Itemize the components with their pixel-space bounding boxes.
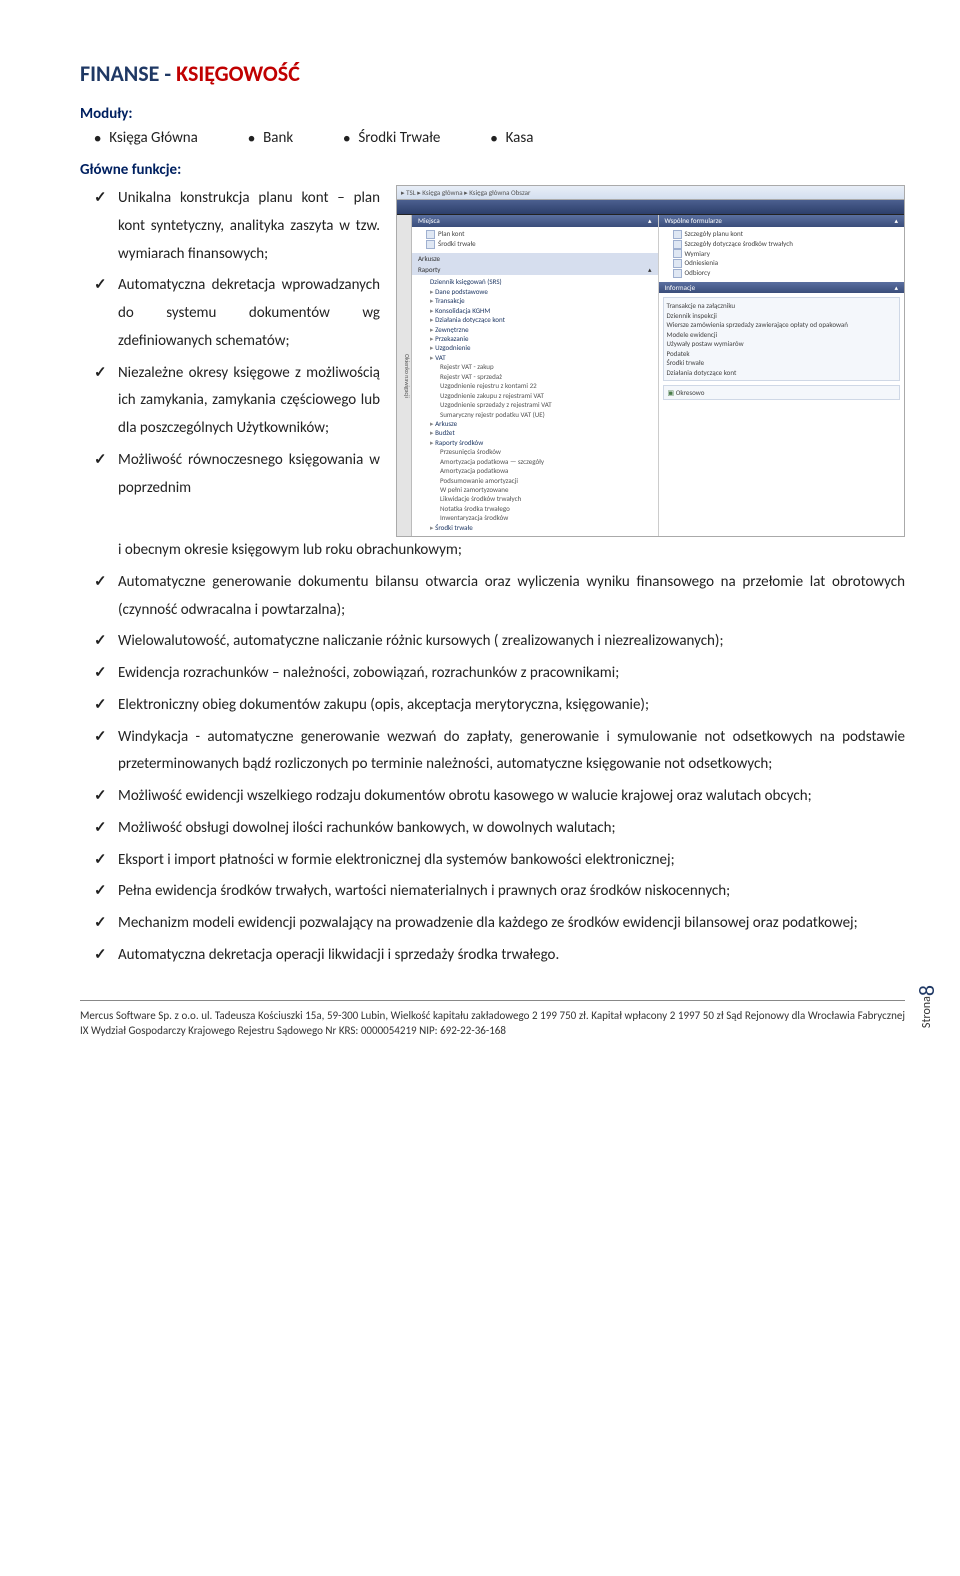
feature-item: Automatyczna dekretacja wprowadzanych do…	[94, 272, 380, 355]
info-line: Dziennik inspekcji	[667, 311, 897, 320]
tree-item: Likwidacje środków trwałych	[416, 494, 654, 503]
collapse-icon: ▴	[894, 216, 898, 225]
tree-item: Uzgodnienie zakupu z rejestrami VAT	[416, 391, 654, 400]
feature-item: Wielowalutowość, automatyczne naliczanie…	[94, 628, 905, 656]
module-item: Księga Główna	[94, 129, 198, 147]
tree-item: Dane podstawowe	[416, 287, 654, 296]
panel-header: Informacje ▴	[659, 282, 905, 293]
feature-item: Mechanizm modeli ewidencji pozwalający n…	[94, 910, 905, 938]
tree-item: Dziennik księgowań (SRS)	[416, 277, 654, 286]
tree-item: Zewnętrzne	[416, 325, 654, 334]
sub-header: Arkusze	[412, 253, 658, 264]
features-left: Unikalna konstrukcja planu kont – plan k…	[94, 185, 380, 502]
tree-item: Amortyzacja podatkowa	[416, 466, 654, 475]
tree-item: W pełni zamortyzowane	[416, 485, 654, 494]
module-item: Bank	[248, 129, 293, 147]
tree-item: Raporty środków	[416, 438, 654, 447]
panel-title: Miejsca	[418, 216, 440, 225]
app-screenshot: ▸ TSL ▸ Księga główna ▸ Księga główna Ob…	[396, 185, 905, 537]
page-number: Strona8	[913, 985, 940, 1028]
page-title: FINANSE - KSIĘGOWOŚĆ	[80, 60, 905, 87]
info-line: Wiersze zamówienia sprzedaży zawierające…	[667, 320, 897, 329]
feature-item: Automatyczna dekretacja operacji likwida…	[94, 942, 905, 970]
label-funkcje: Główne funkcje:	[80, 161, 905, 179]
toolbar	[397, 200, 904, 215]
feature-item: Niezależne okresy księgowe z możliwością…	[94, 360, 380, 443]
tree-item: Uzgodnienie rejestru z kontami 22	[416, 381, 654, 390]
tree-item: Notatka środka trwałego	[416, 504, 654, 513]
sub-header: Raporty▴	[412, 264, 658, 275]
collapse-icon: ▴	[648, 216, 652, 225]
list-item: Odniesienia	[663, 258, 901, 268]
modules-row: Księga Główna Bank Środki Trwałe Kasa	[94, 129, 905, 147]
feature-item: Eksport i import płatności w formie elek…	[94, 847, 905, 875]
module-item: Środki Trwałe	[343, 129, 440, 147]
panel-title: Wspólne formularze	[665, 216, 722, 225]
info-box: Transakcje na załącznikuDziennik inspekc…	[663, 297, 901, 381]
nav-tab: Okienko nawigacji	[397, 215, 412, 536]
list-item: Wymiary	[663, 249, 901, 259]
collapse-icon: ▴	[894, 283, 898, 292]
forms-list: Szczegóły planu kontSzczegóły dotyczące …	[659, 227, 905, 282]
feature-item: Windykacja - automatyczne generowanie we…	[94, 724, 905, 780]
tree-item: Uzgodnienie sprzedaży z rejestrami VAT	[416, 400, 654, 409]
list-item: Szczegóły planu kont	[663, 229, 901, 239]
panel-title: Informacje	[665, 283, 696, 292]
tree-item: Budżet	[416, 428, 654, 437]
feature-item: Możliwość równoczesnego księgowania w po…	[94, 447, 380, 503]
tree-item: Środki trwałe	[416, 239, 654, 249]
footer-text: Mercus Software Sp. z o.o. ul. Tadeusza …	[80, 1009, 905, 1039]
feature-item: Ewidencja rozrachunków – należności, zob…	[94, 660, 905, 688]
panel-header: Wspólne formularze ▴	[659, 215, 905, 226]
tree-item: Inwentaryzacja środków	[416, 513, 654, 522]
features-full: ✓ i obecnym okresie księgowym lub roku o…	[94, 537, 905, 970]
label-moduly: Moduły:	[80, 105, 905, 123]
tree-item: Rejestr VAT - zakup	[416, 362, 654, 371]
panel-left: Miejsca ▴ Plan kont Środki trwałe Arkusz…	[412, 215, 658, 536]
module-item: Kasa	[490, 129, 533, 147]
tree-item: Transakcje	[416, 296, 654, 305]
panel-right: Wspólne formularze ▴ Szczegóły planu kon…	[658, 215, 905, 536]
feature-item: Pełna ewidencja środków trwałych, wartoś…	[94, 878, 905, 906]
info-line: Używały postaw wymiarów	[667, 339, 897, 348]
feature-item: Możliwość ewidencji wszelkiego rodzaju d…	[94, 783, 905, 811]
okresowo-box: Okresowo	[663, 385, 901, 400]
tree-item: Rejestr VAT - sprzedaż	[416, 372, 654, 381]
footer-separator	[80, 1000, 905, 1001]
breadcrumb: ▸ TSL ▸ Księga główna ▸ Księga główna Ob…	[397, 186, 904, 200]
list-item: Odbiorcy	[663, 268, 901, 278]
info-line: Podatek	[667, 349, 897, 358]
tree-item: Podsumowanie amortyzacji	[416, 476, 654, 485]
info-line: Transakcje na załączniku	[667, 301, 897, 310]
title-part1: FINANSE -	[80, 60, 176, 87]
panel-header: Miejsca ▴	[412, 215, 658, 226]
tree-item: Przesunięcia środków	[416, 447, 654, 456]
tree-item: Przekazanie	[416, 334, 654, 343]
feature-item: Unikalna konstrukcja planu kont – plan k…	[94, 185, 380, 268]
title-part2: KSIĘGOWOŚĆ	[176, 60, 300, 87]
tree-item: Sumaryczny rejestr podatku VAT (UE)	[416, 410, 654, 419]
tree-item: Działania dotyczące kont	[416, 315, 654, 324]
tree-item: VAT	[416, 353, 654, 362]
report-tree: Dziennik księgowań (SRS)Dane podstawoweT…	[412, 275, 658, 536]
info-line: Środki trwałe	[667, 358, 897, 367]
feature-item: Elektroniczny obieg dokumentów zakupu (o…	[94, 692, 905, 720]
info-line: Modele ewidencji	[667, 330, 897, 339]
feature-item-cont: ✓ i obecnym okresie księgowym lub roku o…	[94, 537, 905, 565]
tree-item: Konsolidacja KGHM	[416, 306, 654, 315]
info-line: Działania dotyczące kont	[667, 368, 897, 377]
tree-item: Uzgodnienie	[416, 343, 654, 352]
feature-item: Automatyczne generowanie dokumentu bilan…	[94, 569, 905, 625]
list-item: Szczegóły dotyczące środków trwałych	[663, 239, 901, 249]
tree-item: Arkusze	[416, 419, 654, 428]
feature-item: Możliwość obsługi dowolnej ilości rachun…	[94, 815, 905, 843]
tree-item: Środki trwałe	[416, 523, 654, 532]
tree-item: Plan kont	[416, 229, 654, 239]
tree-item: Amortyzacja podatkowa — szczegóły	[416, 457, 654, 466]
